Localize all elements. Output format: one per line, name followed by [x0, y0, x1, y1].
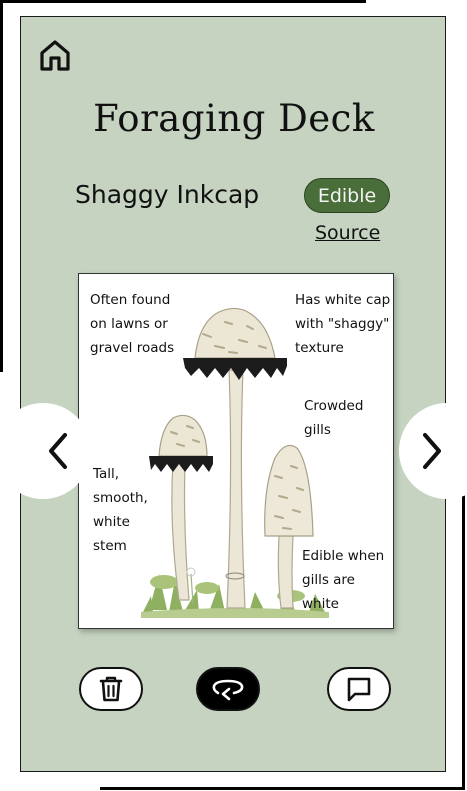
- comment-icon: [347, 677, 371, 702]
- annotation-stem: Tall, smooth, white stem: [93, 466, 148, 554]
- annotation-habitat: Often found on lawns or gravel roads: [90, 292, 175, 356]
- next-card-button[interactable]: [399, 403, 467, 499]
- flashcard[interactable]: Often found on lawns or gravel roads Has…: [78, 273, 394, 629]
- flip-card-button[interactable]: [196, 667, 260, 711]
- phone-screen: Foraging Deck Shaggy Inkcap Edible Sourc…: [0, 16, 467, 772]
- species-name: Shaggy Inkcap: [75, 180, 260, 209]
- source-link[interactable]: Source: [315, 222, 380, 244]
- app-stage: Foraging Deck Shaggy Inkcap Edible Sourc…: [0, 0, 467, 791]
- home-button[interactable]: [37, 37, 73, 73]
- comment-button[interactable]: [327, 667, 391, 711]
- edibility-badge: Edible: [304, 178, 390, 213]
- annotation-cap: Has white cap with "shaggy" texture: [295, 292, 391, 356]
- decorative-line: [0, 0, 366, 3]
- annotation-edibility: Edible when gills are white: [302, 548, 385, 612]
- annotation-gills: Crowded gills: [304, 398, 364, 438]
- flip-card-icon: [212, 679, 244, 701]
- decorative-line: [100, 787, 465, 790]
- chevron-right-icon: [423, 433, 441, 469]
- trash-icon: [99, 676, 123, 702]
- delete-button[interactable]: [79, 667, 143, 711]
- home-icon: [40, 40, 70, 71]
- decorative-line: [0, 0, 3, 372]
- chevron-left-icon: [49, 433, 67, 469]
- page-title: Foraging Deck: [93, 97, 375, 140]
